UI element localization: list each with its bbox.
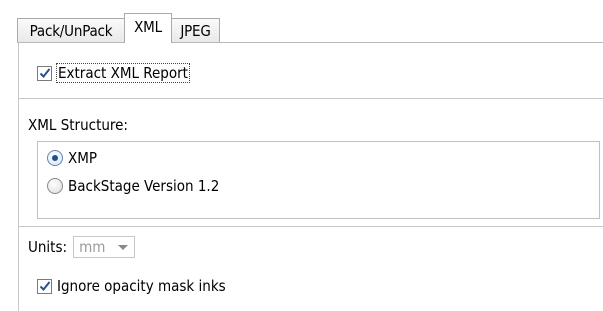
checkmark-icon: [39, 281, 50, 291]
separator-1: [19, 98, 603, 99]
units-dropdown-value: mm: [79, 238, 106, 256]
extract-xml-report-checkbox[interactable]: [37, 65, 52, 81]
radio-option-xmp[interactable]: XMP: [47, 149, 97, 167]
radio-option-backstage[interactable]: BackStage Version 1.2: [47, 177, 219, 195]
ignore-opacity-mask-option[interactable]: Ignore opacity mask inks: [37, 277, 226, 295]
units-row: Units: mm: [28, 236, 136, 258]
tab-pack-unpack-label: Pack/UnPack: [29, 21, 113, 40]
tab-xml-label: XML: [134, 17, 162, 36]
separator-2: [19, 226, 603, 227]
tab-xml[interactable]: XML: [124, 13, 172, 43]
chevron-down-icon: [118, 244, 129, 250]
backstage-radio-button[interactable]: [47, 178, 63, 194]
tab-pack-unpack[interactable]: Pack/UnPack: [17, 18, 125, 42]
xmp-radio-label: XMP: [68, 149, 98, 167]
units-label: Units:: [28, 238, 68, 256]
backstage-radio-label: BackStage Version 1.2: [68, 177, 220, 195]
units-dropdown[interactable]: mm: [73, 236, 136, 258]
tab-bar: Pack/UnPack XML JPEG: [0, 0, 603, 43]
tab-jpeg-label: JPEG: [180, 21, 211, 40]
extract-xml-report-label: Extract XML Report: [56, 63, 190, 83]
tab-jpeg[interactable]: JPEG: [171, 18, 220, 42]
tab-content-xml: Extract XML Report XML Structure: XMP Ba…: [18, 43, 603, 311]
ignore-opacity-mask-checkbox[interactable]: [37, 278, 52, 294]
xml-structure-group: XMP BackStage Version 1.2: [37, 141, 600, 219]
extract-xml-report-option[interactable]: Extract XML Report: [37, 63, 190, 83]
radio-selected-dot-icon: [52, 155, 58, 161]
xmp-radio-button[interactable]: [47, 150, 63, 166]
xml-settings-panel: Pack/UnPack XML JPEG Extract XML Report …: [0, 0, 603, 311]
ignore-opacity-mask-label: Ignore opacity mask inks: [57, 277, 226, 295]
checkmark-icon: [39, 68, 50, 78]
xml-structure-label: XML Structure:: [28, 116, 128, 134]
